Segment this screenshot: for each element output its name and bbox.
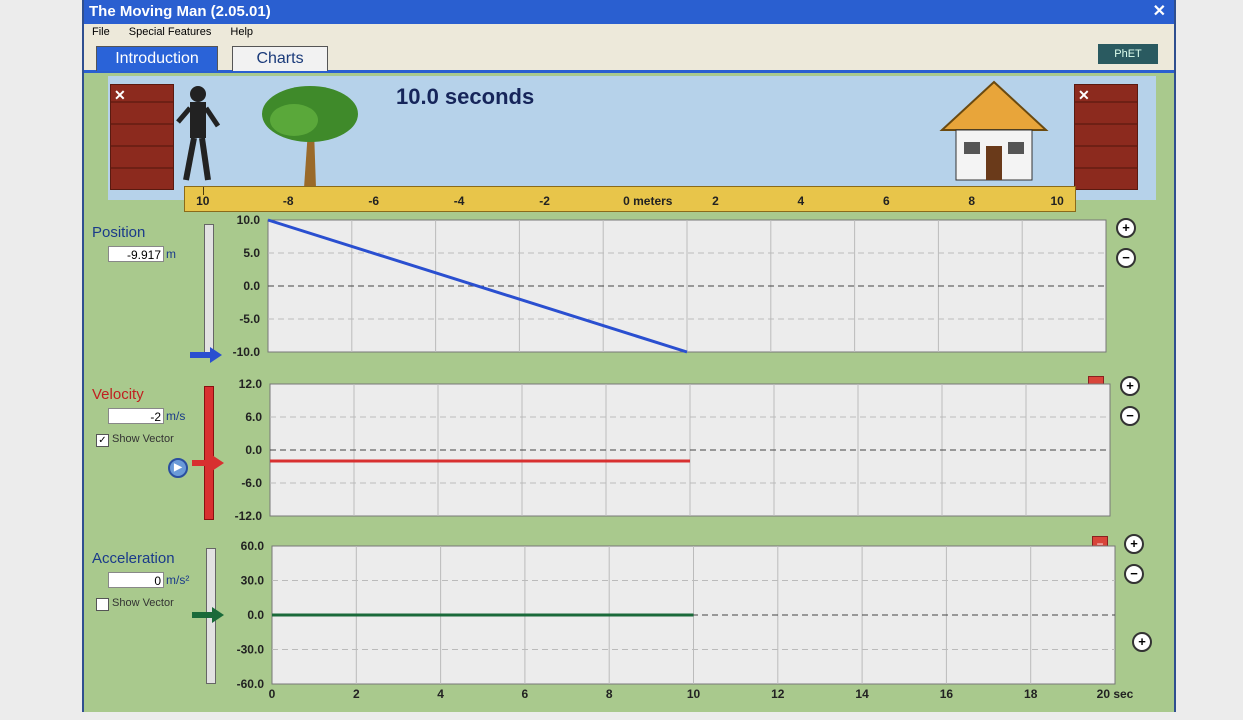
position-y-tick-label: -10.0 xyxy=(233,345,261,359)
x-tick-label: 12 xyxy=(771,687,785,701)
x-tick-label: 14 xyxy=(855,687,869,701)
velocity-y-tick-label: 0.0 xyxy=(245,443,262,457)
x-tick-label: 16 xyxy=(940,687,954,701)
x-tick-label: 6 xyxy=(522,687,529,701)
charts-layer: 10.05.00.0-5.0-10.012.06.00.0-6.0-12.060… xyxy=(233,213,1134,701)
velocity-y-tick-label: -12.0 xyxy=(235,509,263,523)
x-tick-label: 10 xyxy=(687,687,701,701)
x-tick-label: 4 xyxy=(437,687,444,701)
velocity-y-tick-label: 12.0 xyxy=(239,377,263,391)
x-tick-label: 20 sec xyxy=(1097,687,1134,701)
x-tick-label: 2 xyxy=(353,687,360,701)
velocity-y-tick-label: -6.0 xyxy=(241,476,262,490)
x-tick-label: 18 xyxy=(1024,687,1038,701)
x-tick-label: 0 xyxy=(269,687,276,701)
acceleration-y-tick-label: 30.0 xyxy=(241,574,265,588)
x-tick-label: 8 xyxy=(606,687,613,701)
position-y-tick-label: 0.0 xyxy=(243,279,260,293)
acceleration-y-tick-label: 60.0 xyxy=(241,539,265,553)
position-y-tick-label: 10.0 xyxy=(237,213,261,227)
acceleration-y-tick-label: -60.0 xyxy=(237,677,265,691)
position-y-tick-label: -5.0 xyxy=(239,312,260,326)
position-y-tick-label: 5.0 xyxy=(243,246,260,260)
acceleration-y-tick-label: -30.0 xyxy=(237,643,265,657)
acceleration-y-tick-label: 0.0 xyxy=(247,608,264,622)
right-wall-close-icon[interactable]: ✕ xyxy=(1078,87,1090,104)
left-wall-close-icon[interactable]: ✕ xyxy=(114,87,126,104)
velocity-y-tick-label: 6.0 xyxy=(245,410,262,424)
